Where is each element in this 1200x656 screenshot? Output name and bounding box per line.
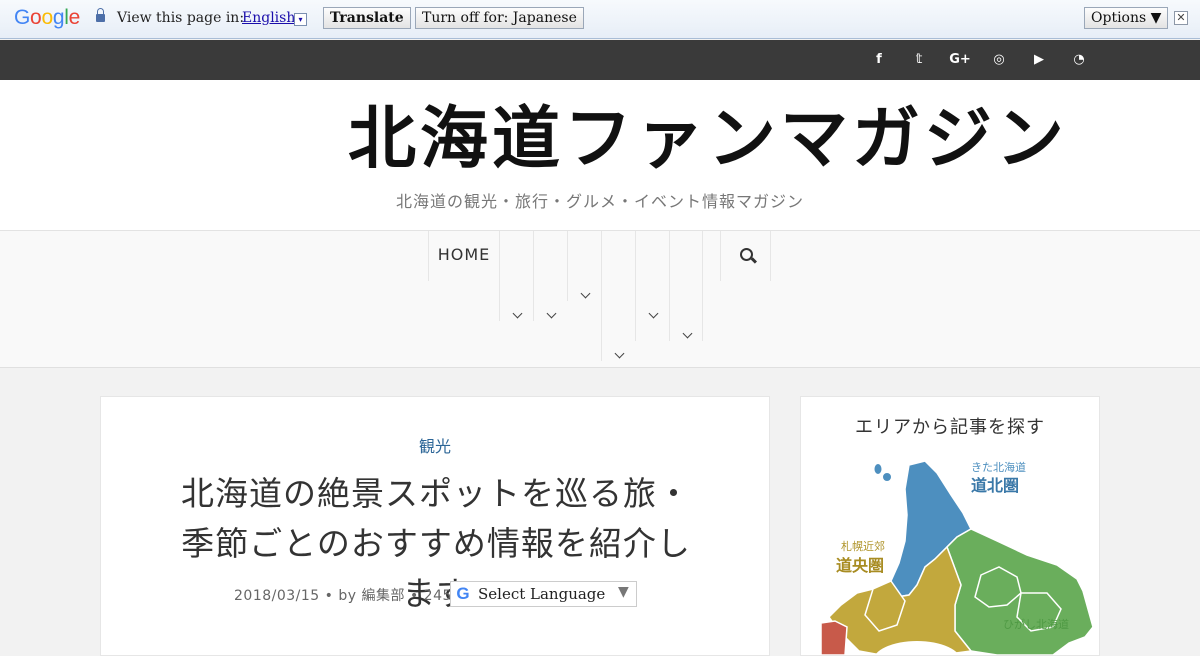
youtube-icon[interactable]: ▶ bbox=[1031, 52, 1047, 68]
turn-off-button[interactable]: Turn off for: Japanese bbox=[415, 7, 584, 29]
search-icon-handle bbox=[750, 257, 758, 264]
rss-icon[interactable]: ◔ bbox=[1071, 52, 1087, 68]
chevron-down-icon bbox=[614, 348, 625, 359]
google-plus-icon[interactable]: G+ bbox=[949, 52, 971, 68]
meta-separator: • bbox=[324, 588, 334, 604]
nav-item-2[interactable] bbox=[533, 231, 567, 321]
map-island-rebun bbox=[874, 464, 882, 474]
options-button[interactable]: Options ▼ bbox=[1084, 7, 1169, 29]
translate-bar: Google View this page in: English ▾ Tran… bbox=[0, 0, 1200, 39]
nav-home[interactable]: HOME bbox=[428, 231, 499, 281]
instagram-icon[interactable]: ◎ bbox=[991, 52, 1007, 68]
chevron-down-icon bbox=[682, 328, 693, 339]
chevron-down-icon bbox=[512, 308, 523, 319]
close-icon[interactable]: ✕ bbox=[1174, 11, 1188, 25]
sidebar-title: エリアから記事を探す bbox=[855, 417, 1045, 438]
article-by: by bbox=[338, 588, 357, 604]
twitter-icon[interactable]: 𝕥 bbox=[911, 52, 927, 68]
translate-prompt: View this page in: bbox=[117, 10, 245, 26]
article-card: 観光 北海道の絶景スポットを巡る旅・季節ごとのおすすめ情報を紹介します 2018… bbox=[100, 396, 770, 656]
google-logo-letter: G bbox=[14, 6, 31, 29]
chevron-down-icon bbox=[580, 288, 591, 299]
article-date: 2018/03/15 bbox=[234, 588, 320, 604]
region-label-dohoku[interactable]: 道北圏 bbox=[971, 472, 1019, 496]
google-logo: Google bbox=[14, 6, 80, 30]
language-dropdown-icon[interactable]: ▾ bbox=[294, 13, 307, 26]
lock-icon bbox=[96, 8, 105, 23]
site-logo[interactable]: 北海道ファンマガジン bbox=[348, 98, 1064, 182]
region-label-doo[interactable]: 道央圏 bbox=[836, 552, 884, 576]
google-logo-letter: o bbox=[30, 6, 42, 29]
nav-item-3[interactable] bbox=[567, 231, 601, 301]
nav-item-6[interactable] bbox=[669, 231, 703, 341]
social-bar: f 𝕥 G+ ◎ ▶ ◔ bbox=[0, 40, 1200, 80]
article-author[interactable]: 編集部 bbox=[362, 588, 406, 604]
translate-button[interactable]: Translate bbox=[323, 7, 411, 29]
google-g-icon: G bbox=[456, 584, 470, 603]
nav-item-4[interactable] bbox=[601, 231, 635, 361]
article-category[interactable]: 観光 bbox=[101, 433, 769, 457]
google-logo-letter: o bbox=[41, 6, 53, 29]
sidebar-widget: エリアから記事を探す きた北海道 道北圏 札幌近郊 道央圏 ひがし北海道 bbox=[800, 396, 1100, 656]
chevron-down-icon bbox=[648, 308, 659, 319]
google-logo-letter: g bbox=[52, 6, 65, 29]
meta-separator: • bbox=[409, 588, 419, 604]
map-island-rishiri bbox=[883, 473, 891, 481]
map-region-donan[interactable] bbox=[821, 620, 848, 655]
nav-item-1[interactable] bbox=[499, 231, 533, 321]
site-logo-text: 北海道ファンマガジン bbox=[348, 100, 1069, 179]
facebook-icon[interactable]: f bbox=[871, 52, 887, 68]
chevron-down-icon bbox=[546, 308, 557, 319]
language-select-label: Select Language bbox=[478, 585, 606, 603]
google-logo-letter: e bbox=[68, 6, 81, 29]
dropdown-arrow-icon: ▼ bbox=[618, 584, 629, 600]
article-meta: 2018/03/15 • by 編集部 • 245 pt • bbox=[234, 585, 486, 605]
language-select[interactable]: G Select Language ▼ bbox=[450, 581, 637, 607]
site-tagline: 北海道の観光・旅行・グルメ・イベント情報マガジン bbox=[395, 192, 804, 211]
language-link[interactable]: English bbox=[242, 10, 295, 26]
nav-item-5[interactable] bbox=[635, 231, 669, 341]
main-nav: HOME bbox=[0, 230, 1200, 368]
search-button[interactable] bbox=[720, 231, 771, 281]
